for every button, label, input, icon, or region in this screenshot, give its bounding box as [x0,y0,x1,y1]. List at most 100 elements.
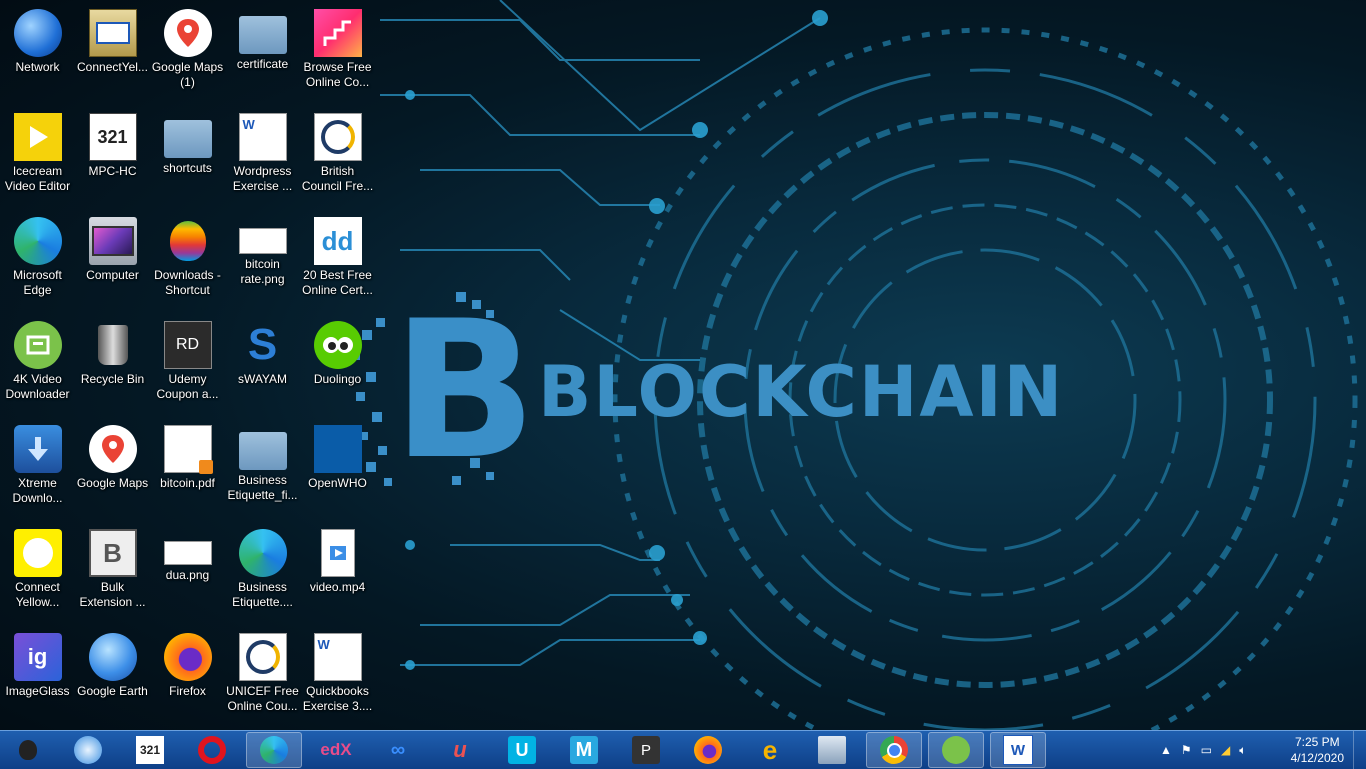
desktop-icon-label: OpenWHO [308,476,367,490]
desktop-icon-connect-yellow[interactable]: Connect Yellow... [0,524,75,624]
desktop-icon-google-maps-1[interactable]: Google Maps (1) [150,4,225,104]
desktop-icon-business-etiquette-fi[interactable]: Business Etiquette_fi... [225,420,300,520]
taskbar-item-udacity[interactable]: U [494,732,550,768]
desktop-icon-firefox[interactable]: Firefox [150,628,225,728]
library-icon [818,736,846,764]
desktop-icon-swayam[interactable]: S sWAYAM [225,316,300,416]
taskbar-item-chrome[interactable] [866,732,922,768]
taskbar-item-coursera[interactable]: ∞ [370,732,426,768]
desktop-icon-connectyel[interactable]: ConnectYel... [75,4,150,104]
taskbar-item-firefox[interactable] [680,732,736,768]
show-hidden-icons-chevron-icon[interactable]: ▲ [1160,743,1172,757]
video-file-icon [320,529,355,577]
google-maps-icon [163,9,212,57]
yellow-circle-icon [13,529,62,577]
desktop-icon-certificate[interactable]: certificate [225,4,300,104]
desktop-icon-label: MPC-HC [88,164,137,178]
imageglass-icon: ig [13,633,62,681]
desktop-icon-imageglass[interactable]: ig ImageGlass [0,628,75,728]
taskbar-item-library[interactable] [804,732,860,768]
desktop-icon-label: Network [15,60,60,74]
folder-icon [238,16,287,54]
duolingo-owl-icon [313,321,362,369]
clock-time: 7:25 PM [1294,735,1340,749]
udacity-icon: U [508,736,536,764]
desktop-icon-label: ConnectYel... [77,60,148,74]
taskbar: 321 edX ∞ u U M P e W ▲ ⚑ ▭ ◢ 🔈︎ 7:25 PM… [0,730,1366,769]
desktop-icon-label: Business Etiquette.... [232,580,293,609]
desktop-icon-bulk-extension[interactable]: B Bulk Extension ... [75,524,150,624]
taskbar-item-edx[interactable]: edX [308,732,364,768]
taskbar-start-button[interactable] [0,732,56,768]
desktop-icon-shortcuts[interactable]: shortcuts [150,108,225,208]
action-center-flag-icon[interactable]: ⚑ [1181,743,1192,757]
desktop-icon-udemy-coupon[interactable]: RD Udemy Coupon a... [150,316,225,416]
network-signal-icon[interactable]: ◢ [1221,743,1230,757]
volume-icon[interactable]: 🔈︎ [1239,743,1246,758]
folder-icon [163,120,212,158]
taskbar-clock[interactable]: 7:25 PM 4/12/2020 [1291,734,1344,766]
staircase-gradient-icon [313,9,362,57]
desktop-icon-icecream-video-editor[interactable]: Icecream Video Editor [0,108,75,208]
desktop-icon-label: sWAYAM [237,372,288,386]
desktop-icon-xtreme-download[interactable]: Xtreme Downlo... [0,420,75,520]
taskbar-item-mpc[interactable]: 321 [122,732,178,768]
desktop-icon-label: dua.png [165,568,210,582]
desktop-icon-label: Quickbooks Exercise 3.... [302,684,373,713]
desktop-icon-downloads-shortcut[interactable]: Downloads - Shortcut [150,212,225,312]
coursera-icon: ∞ [390,738,406,761]
taskbar-item-edge[interactable] [246,732,302,768]
desktop-icon-label: British Council Fre... [301,164,374,193]
desktop-icon-network[interactable]: Network [0,4,75,104]
desktop-icon-unicef[interactable]: UNICEF Free Online Cou... [225,628,300,728]
taskbar-item-safari[interactable] [60,732,116,768]
taskbar-item-p-app[interactable]: P [618,732,674,768]
desktop-icon-british-council[interactable]: British Council Fre... [300,108,375,208]
desktop-icon-wordpress-exercise[interactable]: W Wordpress Exercise ... [225,108,300,208]
certificate-logo-icon [313,113,362,161]
desktop-icon-quickbooks-exercise[interactable]: W Quickbooks Exercise 3.... [300,628,375,728]
desktop-icon-label: Icecream Video Editor [4,164,71,193]
show-desktop-button[interactable] [1353,731,1366,769]
desktop-icon-google-earth[interactable]: Google Earth [75,628,150,728]
edge-icon [13,217,62,265]
desktop-icon-video-mp4[interactable]: video.mp4 [300,524,375,624]
network-globe-icon [13,9,62,57]
icecream-play-icon [13,113,62,161]
desktop-icon-label: Udemy Coupon a... [156,372,219,401]
4k-downloader-icon [13,321,62,369]
desktop-icon-computer[interactable]: Computer [75,212,150,312]
desktop-icon-google-maps[interactable]: Google Maps [75,420,150,520]
apple-rainbow-icon [164,217,212,265]
taskbar-item-udemy[interactable]: u [432,732,488,768]
taskbar-item-4k-downloader[interactable] [928,732,984,768]
desktop-icon-recycle-bin[interactable]: Recycle Bin [75,316,150,416]
xtreme-download-icon [13,425,62,473]
desktop-icon-label: Google Maps [76,476,149,490]
desktop-icon-microsoft-edge[interactable]: Microsoft Edge [0,212,75,312]
desktop-icon-20-best-free[interactable]: dd 20 Best Free Online Cert... [300,212,375,312]
taskbar-item-internet-explorer[interactable]: e [742,732,798,768]
keyboard-icon[interactable]: ▭ [1201,743,1212,757]
firefox-icon [694,736,722,764]
desktop-icon-bitcoin-rate-png[interactable]: bitcoin rate.png [225,212,300,312]
desktop-icon-bitcoin-pdf[interactable]: bitcoin.pdf [150,420,225,520]
desktop-icon-browse-free-online[interactable]: Browse Free Online Co... [300,4,375,104]
desktop-icon-mpc-hc[interactable]: 321 MPC-HC [75,108,150,208]
desktop-icon-label: 4K Video Downloader [5,372,70,401]
taskbar-item-opera[interactable] [184,732,240,768]
taskbar-item-mindmap[interactable]: M [556,732,612,768]
desktop-icon-label: Google Earth [77,684,148,698]
desktop-icon-dua-png[interactable]: dua.png [150,524,225,624]
desktop-icon-business-etiquette[interactable]: Business Etiquette.... [225,524,300,624]
taskbar-item-word[interactable]: W [990,732,1046,768]
word-icon: W [1003,735,1033,765]
desktop-icon-openwho[interactable]: OpenWHO [300,420,375,520]
edge-icon [238,529,287,577]
desktop-icon-label: Google Maps (1) [151,60,224,89]
desktop-icon-4k-video-downloader[interactable]: 4K Video Downloader [0,316,75,416]
desktop-icon-duolingo[interactable]: Duolingo [300,316,375,416]
edx-icon: edX [320,740,352,759]
mpc-clapper-icon: 321 [136,736,164,764]
bulk-extension-icon: B [88,529,137,577]
